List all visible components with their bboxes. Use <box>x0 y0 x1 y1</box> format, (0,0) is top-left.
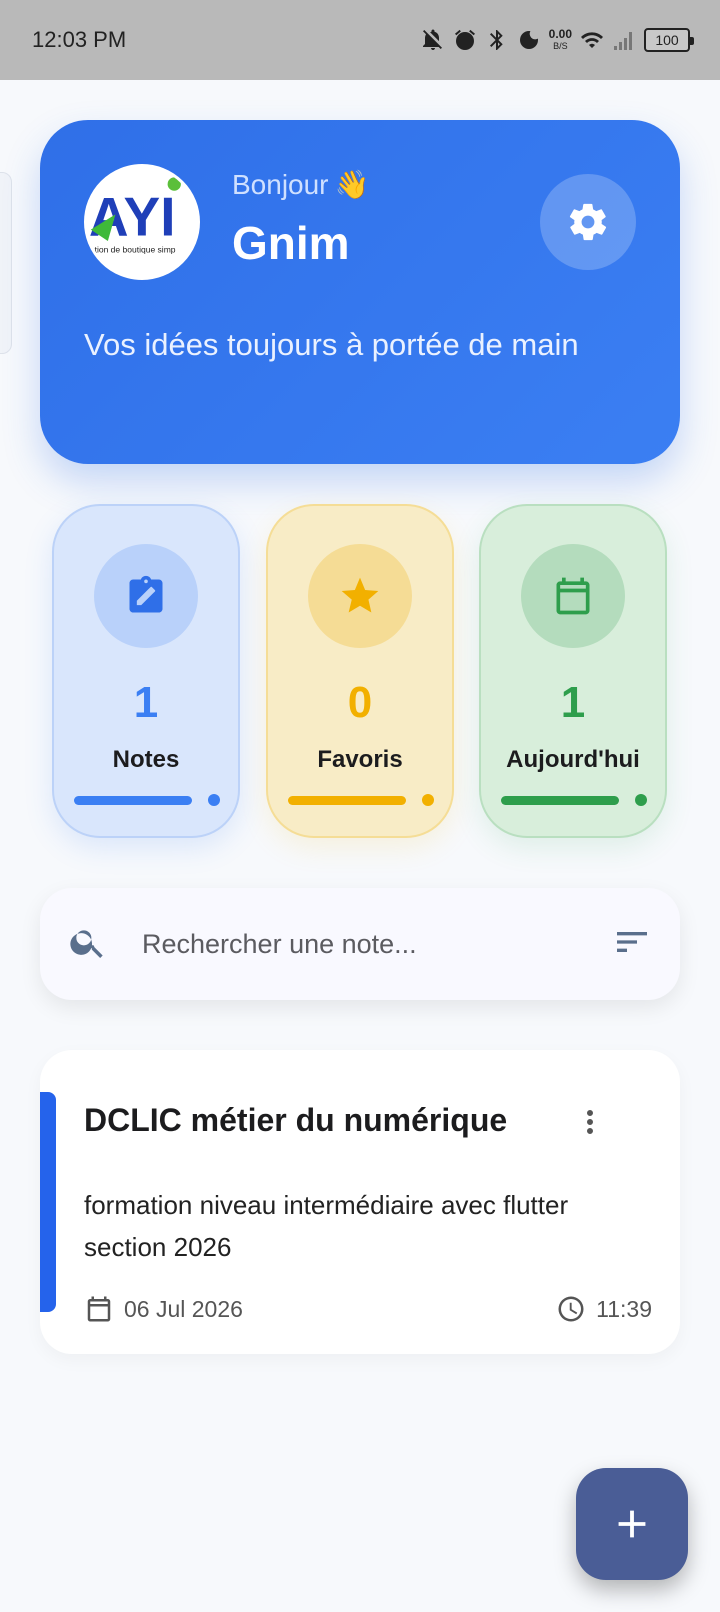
note-accent-bar <box>40 1092 56 1312</box>
gear-icon <box>569 203 607 241</box>
stat-card-notes[interactable]: 1 Notes <box>52 504 240 838</box>
stat-indicator <box>74 794 220 806</box>
star-icon <box>341 577 379 613</box>
network-speed: 0.00 B/S <box>549 28 572 52</box>
stat-icon-wrap <box>308 544 412 648</box>
signal-icon <box>614 32 632 50</box>
user-name: Gnim <box>232 217 350 269</box>
moon-icon <box>519 30 538 49</box>
svg-text:tion de boutique simp: tion de boutique simp <box>95 244 176 254</box>
bell-off-icon <box>422 29 442 50</box>
wifi-icon <box>581 32 603 48</box>
greeting-text: Bonjour <box>232 168 329 200</box>
plus-icon <box>618 1510 646 1538</box>
stat-value: 1 <box>133 678 159 727</box>
ayi-logo: AYI tion de boutique simp <box>87 167 197 277</box>
avatar[interactable]: AYI tion de boutique simp <box>84 164 200 280</box>
note-date: 06 Jul 2026 <box>84 1294 243 1324</box>
settings-button[interactable] <box>540 174 636 270</box>
alarm-icon <box>454 29 475 50</box>
stat-value: 1 <box>560 678 586 727</box>
status-icons: 0.00 B/S 100 <box>421 28 694 52</box>
search-bar[interactable] <box>40 888 680 1000</box>
drawer-edge[interactable] <box>0 172 12 354</box>
note-time: 11:39 <box>556 1294 652 1324</box>
bluetooth-icon <box>489 30 503 50</box>
stat-value: 0 <box>347 678 373 727</box>
note-time-text: 11:39 <box>596 1295 652 1322</box>
status-bar: 12:03 PM 0.00 B/S 100 <box>0 0 720 80</box>
add-note-button[interactable] <box>576 1468 688 1580</box>
note-edit-icon <box>129 575 163 613</box>
battery-icon: 100 <box>644 28 694 52</box>
stat-icon-wrap <box>521 544 625 648</box>
stat-card-favorites[interactable]: 0 Favoris <box>266 504 454 838</box>
more-vertical-icon <box>587 1110 593 1134</box>
tagline: Vos idées toujours à portée de main <box>84 327 579 362</box>
search-input[interactable] <box>142 928 612 960</box>
note-title: DCLIC métier du numérique <box>84 1102 508 1138</box>
note-date-text: 06 Jul 2026 <box>124 1295 243 1322</box>
note-content: formation niveau intermédiaire avec flut… <box>84 1190 569 1262</box>
greeting: Bonjour 👋 <box>232 168 369 201</box>
svg-text:AYI: AYI <box>89 185 176 247</box>
stat-indicator <box>501 794 647 806</box>
network-speed-unit: B/S <box>553 41 568 51</box>
waving-hand-icon: 👋 <box>334 169 370 200</box>
search-icon <box>68 922 108 967</box>
clock-icon <box>558 1296 584 1322</box>
stat-label: Aujourd'hui <box>506 746 640 773</box>
header-card: AYI tion de boutique simp Bonjour 👋 Gnim… <box>40 120 680 464</box>
stat-card-today[interactable]: 1 Aujourd'hui <box>479 504 667 838</box>
filter-sort-icon[interactable] <box>612 922 652 967</box>
stat-label: Notes <box>112 746 180 773</box>
calendar-icon <box>87 1296 111 1322</box>
stat-label: Favoris <box>317 746 403 773</box>
status-time: 12:03 PM <box>32 27 127 52</box>
stat-indicator <box>288 794 434 806</box>
battery-level: 100 <box>655 32 679 48</box>
network-speed-value: 0.00 <box>548 27 572 41</box>
calendar-icon <box>556 577 590 615</box>
stat-icon-wrap <box>94 544 198 648</box>
note-more-button[interactable] <box>570 1102 610 1142</box>
note-card[interactable]: DCLIC métier du numérique formation nive… <box>40 1050 680 1354</box>
